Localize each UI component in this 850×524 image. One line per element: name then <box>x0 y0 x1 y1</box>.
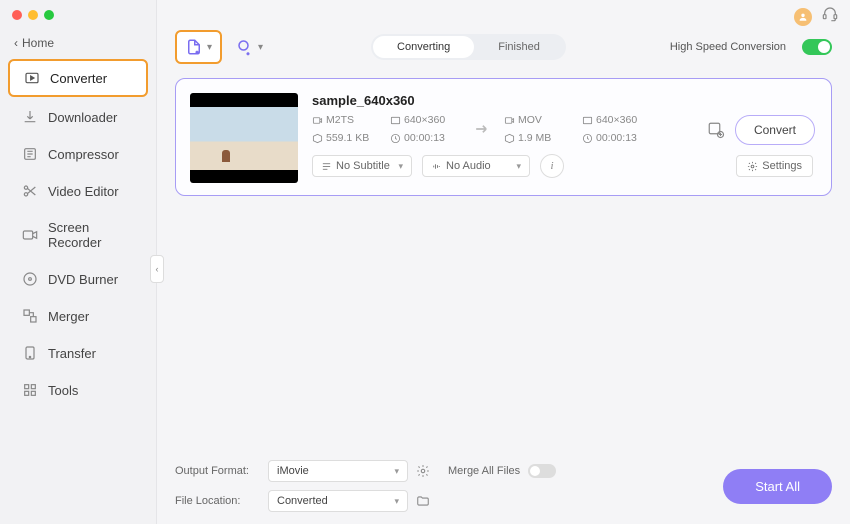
sidebar-item-screen-recorder[interactable]: Screen Recorder <box>8 211 148 259</box>
sidebar-item-downloader[interactable]: Downloader <box>8 100 148 134</box>
src-format: M2TS <box>312 114 382 126</box>
sidebar-item-label: Merger <box>48 309 89 324</box>
sidebar-item-compressor[interactable]: Compressor <box>8 137 148 171</box>
sidebar-item-label: Converter <box>50 71 107 86</box>
start-all-button[interactable]: Start All <box>723 469 832 504</box>
chevron-down-icon: ▾ <box>207 42 212 53</box>
high-speed-label: High Speed Conversion <box>670 41 786 53</box>
arrow-icon <box>468 119 496 139</box>
add-file-icon <box>185 38 203 56</box>
link-icon <box>236 38 254 56</box>
footer: Output Format: iMovie ▾ Merge All Files … <box>175 450 832 512</box>
high-speed-toggle[interactable] <box>802 39 832 55</box>
output-settings-icon[interactable] <box>416 464 430 478</box>
audio-icon <box>431 161 442 172</box>
avatar[interactable] <box>794 8 812 26</box>
file-location-label: File Location: <box>175 495 260 507</box>
merger-icon <box>22 308 38 324</box>
gear-icon <box>747 161 758 172</box>
output-format-label: Output Format: <box>175 465 260 477</box>
sidebar-item-label: Tools <box>48 383 78 398</box>
merge-label: Merge All Files <box>448 465 520 477</box>
toolbar: ▾ ▾ Converting Finished High Speed Conve… <box>175 30 832 64</box>
chevron-down-icon: ▾ <box>258 42 263 53</box>
compressor-icon <box>22 146 38 162</box>
sidebar-item-label: Downloader <box>48 110 117 125</box>
file-name: sample_640x360 <box>312 93 813 108</box>
chevron-down-icon: ▾ <box>516 161 521 172</box>
sidebar-item-label: Video Editor <box>48 184 119 199</box>
output-format-select[interactable]: iMovie ▾ <box>268 460 408 482</box>
chevron-down-icon: ▾ <box>398 161 403 172</box>
sidebar-item-converter[interactable]: Converter <box>8 59 148 97</box>
dst-resolution: 640×360 <box>582 114 652 126</box>
sidebar-item-tools[interactable]: Tools <box>8 373 148 407</box>
dst-size: 1.9 MB <box>504 132 574 144</box>
chevron-left-icon: ‹ <box>14 36 18 50</box>
sidebar-item-label: DVD Burner <box>48 272 118 287</box>
traffic-lights <box>12 10 54 20</box>
dst-duration: 00:00:13 <box>582 132 652 144</box>
close-window-icon[interactable] <box>12 10 22 20</box>
recorder-icon <box>22 227 38 243</box>
audio-select[interactable]: No Audio ▾ <box>422 155 530 177</box>
download-icon <box>22 109 38 125</box>
src-resolution: 640×360 <box>390 114 460 126</box>
support-icon[interactable] <box>822 6 838 27</box>
tab-finished[interactable]: Finished <box>474 36 564 58</box>
minimize-window-icon[interactable] <box>28 10 38 20</box>
convert-button[interactable]: Convert <box>735 115 815 145</box>
sidebar-item-label: Compressor <box>48 147 119 162</box>
settings-button[interactable]: Settings <box>736 155 813 177</box>
add-file-button[interactable]: ▾ <box>175 30 222 64</box>
folder-open-icon[interactable] <box>416 494 430 508</box>
chevron-down-icon: ▾ <box>394 466 399 477</box>
sidebar-item-dvd-burner[interactable]: DVD Burner <box>8 262 148 296</box>
top-right-icons <box>794 6 838 27</box>
home-breadcrumb[interactable]: ‹ Home <box>0 30 156 56</box>
sidebar-item-label: Transfer <box>48 346 96 361</box>
src-size: 559.1 KB <box>312 132 382 144</box>
subtitle-icon <box>321 161 332 172</box>
video-thumbnail[interactable] <box>190 93 298 183</box>
add-link-button[interactable]: ▾ <box>232 32 267 62</box>
subtitle-select[interactable]: No Subtitle ▾ <box>312 155 412 177</box>
transfer-icon <box>22 345 38 361</box>
sidebar-item-merger[interactable]: Merger <box>8 299 148 333</box>
chevron-down-icon: ▾ <box>394 496 399 507</box>
home-label: Home <box>22 36 54 50</box>
tab-converting[interactable]: Converting <box>373 36 474 58</box>
file-location-select[interactable]: Converted ▾ <box>268 490 408 512</box>
sidebar-item-video-editor[interactable]: Video Editor <box>8 174 148 208</box>
status-tabs: Converting Finished <box>371 34 566 60</box>
disc-icon <box>22 271 38 287</box>
file-card: sample_640x360 M2TS 640×360 MOV 640×360 … <box>175 78 832 196</box>
sidebar-item-transfer[interactable]: Transfer <box>8 336 148 370</box>
main-panel: ▾ ▾ Converting Finished High Speed Conve… <box>157 0 850 524</box>
sidebar-item-label: Screen Recorder <box>48 220 134 250</box>
maximize-window-icon[interactable] <box>44 10 54 20</box>
sidebar: ‹ Home Converter Downloader Compressor V… <box>0 0 157 524</box>
sidebar-collapse-handle[interactable]: ‹ <box>150 255 164 283</box>
converter-icon <box>24 70 40 86</box>
dst-format: MOV <box>504 114 574 126</box>
scissors-icon <box>22 183 38 199</box>
edit-tools-icon[interactable] <box>707 121 725 144</box>
info-button[interactable]: i <box>540 154 564 178</box>
merge-toggle[interactable] <box>528 464 556 478</box>
src-duration: 00:00:13 <box>390 132 460 144</box>
grid-icon <box>22 382 38 398</box>
